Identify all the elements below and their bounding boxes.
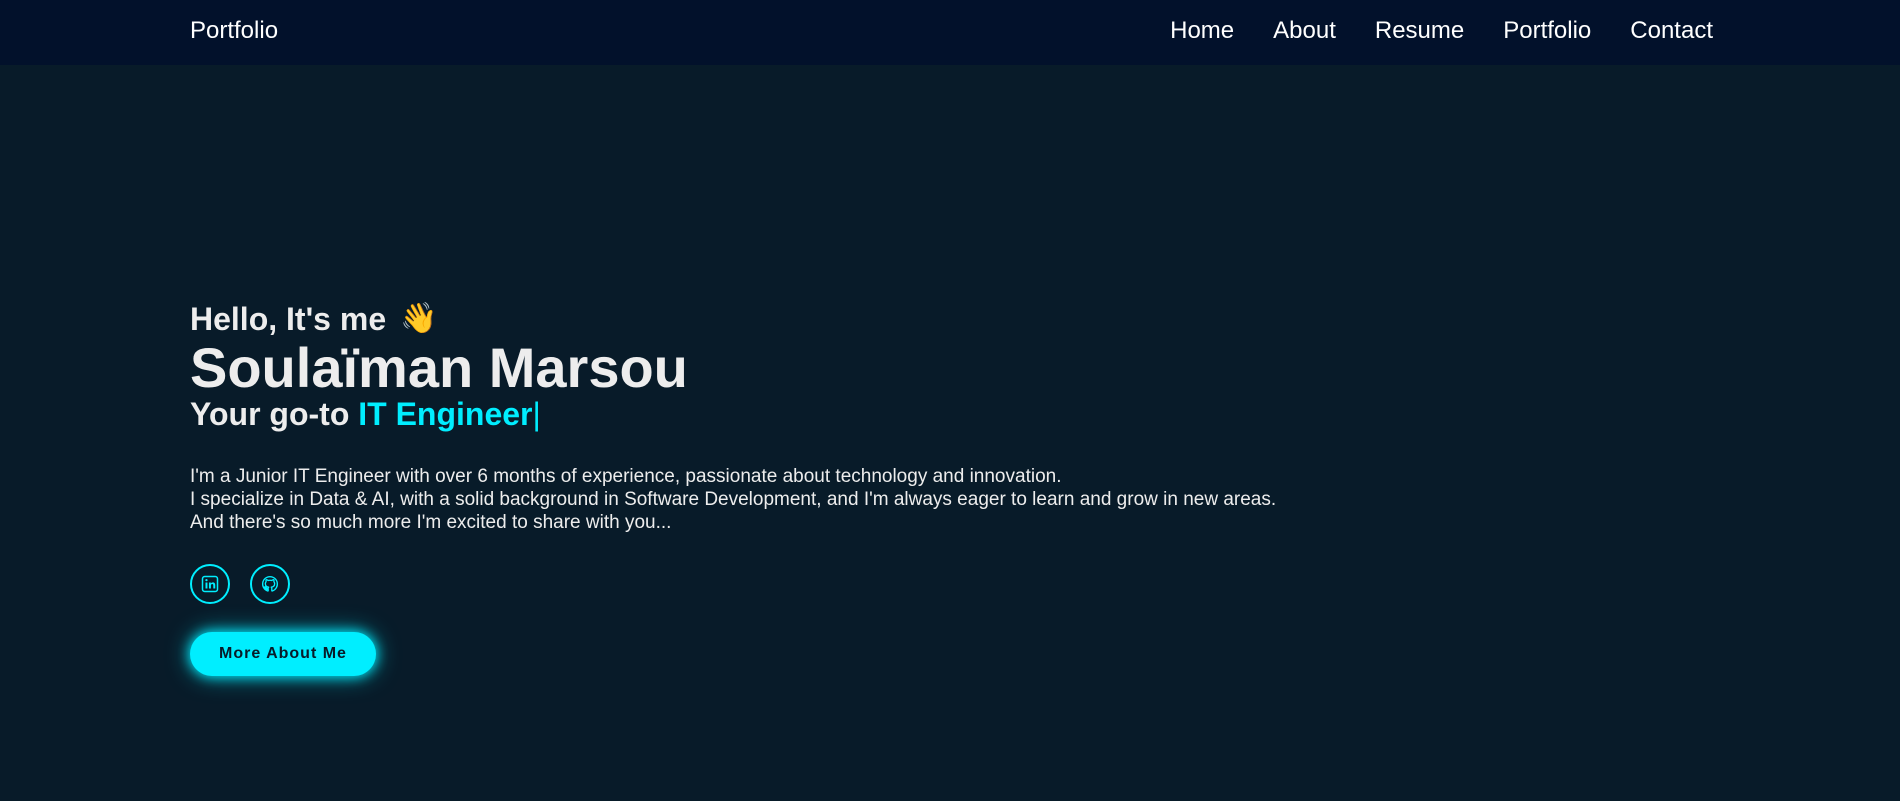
more-about-me-button[interactable]: More About Me <box>190 632 376 676</box>
github-icon <box>262 575 278 592</box>
logo-link[interactable]: Portfolio <box>190 17 278 45</box>
typing-cursor: | <box>532 396 541 432</box>
intro-description: I'm a Junior IT Engineer with over 6 mon… <box>190 465 1590 534</box>
description-line: I'm a Junior IT Engineer with over 6 mon… <box>190 466 1062 487</box>
role-text: IT Engineer <box>358 396 533 432</box>
linkedin-link[interactable] <box>190 564 230 604</box>
github-link[interactable] <box>250 564 290 604</box>
nav-resume-link[interactable]: Resume <box>1375 17 1464 45</box>
social-links <box>190 564 1590 604</box>
greeting-text: Hello, It's me <box>190 301 387 337</box>
nav-portfolio-link[interactable]: Portfolio <box>1503 17 1591 45</box>
description-line: And there's so much more I'm excited to … <box>190 512 672 533</box>
navbar: Portfolio Home About Resume Portfolio Co… <box>0 0 1900 65</box>
nav-contact-link[interactable]: Contact <box>1630 17 1713 45</box>
greeting-heading: Hello, It's me 👋 <box>190 300 1590 338</box>
hero-section: Hello, It's me 👋 Soulaïman Marsou Your g… <box>190 300 1590 676</box>
tagline-heading: Your go-to IT Engineer| <box>190 396 1590 432</box>
nav-home-link[interactable]: Home <box>1170 17 1234 45</box>
nav-links: Home About Resume Portfolio Contact <box>1170 17 1713 45</box>
description-line: I specialize in Data & AI, with a solid … <box>190 489 1277 510</box>
tagline-prefix: Your go-to <box>190 396 359 432</box>
linkedin-icon <box>201 575 219 593</box>
name-heading: Soulaïman Marsou <box>190 336 688 399</box>
waving-hand-icon: 👋 <box>400 302 438 335</box>
nav-about-link[interactable]: About <box>1273 17 1336 45</box>
